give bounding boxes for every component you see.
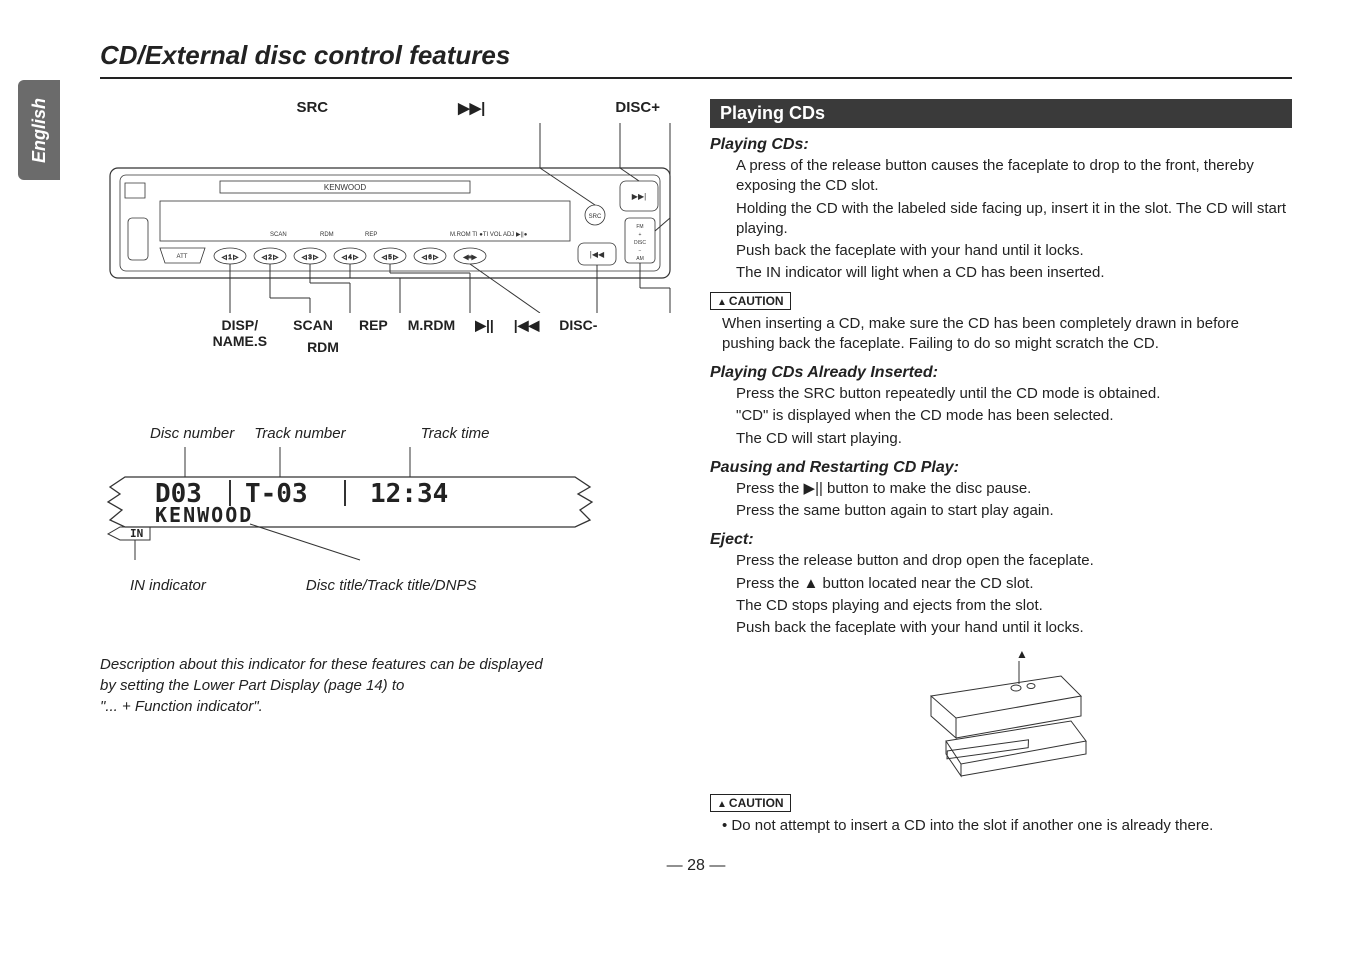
text-s3-p1a: Press the	[736, 480, 804, 497]
right-column: Playing CDs Playing CDs: A press of the …	[710, 99, 1292, 837]
text-s4-p2: Press the ▲ button located near the CD s…	[736, 574, 1292, 594]
content-area: CD/External disc control features SRC ▶▶…	[100, 40, 1292, 875]
left-description: Description about this indicator for the…	[100, 654, 680, 717]
caution-text-1: When inserting a CD, make sure the CD ha…	[722, 314, 1292, 355]
svg-text:AM: AM	[636, 256, 644, 262]
label-disc-plus: DISC+	[615, 99, 660, 117]
subhead-already-inserted: Playing CDs Already Inserted:	[710, 364, 1292, 382]
svg-text:◁ 6 ▷: ◁ 6 ▷	[422, 255, 438, 261]
svg-text:▶▶|: ▶▶|	[632, 192, 646, 201]
device-top-labels: SRC ▶▶| DISC+	[100, 99, 680, 117]
svg-text:◁ 5 ▷: ◁ 5 ▷	[382, 255, 398, 261]
eject-illustration: ▲	[710, 646, 1292, 786]
label-src: SRC	[296, 99, 328, 117]
display-bottom-labels: IN indicator Disc title/Track title/DNPS	[130, 577, 680, 594]
label-rep: REP	[359, 317, 388, 355]
text-s1-p3: Push back the faceplate with your hand u…	[736, 241, 1292, 261]
label-disc-number: Disc number	[150, 425, 234, 442]
caution-badge-2: CAUTION	[710, 794, 791, 812]
label-disc-title: Disc title/Track title/DNPS	[306, 577, 477, 594]
left-desc-line2: by setting the Lower Part Display (page …	[100, 675, 680, 696]
text-s4-p1: Press the release button and drop open t…	[736, 551, 1292, 571]
brand-text: KENWOOD	[324, 183, 366, 192]
label-disp-names: DISP/ NAME.S	[213, 317, 267, 355]
svg-text:−: −	[639, 248, 642, 254]
car-stereo-svg: KENWOOD SCAN RDM REP M.ROM TI ●TI VOL AD…	[100, 123, 680, 313]
display-detail-block: Disc number Track number Track time D03	[100, 425, 680, 594]
label-scan-rdm: SCAN RDM	[287, 317, 339, 355]
section-header-playing-cds: Playing CDs	[710, 99, 1292, 128]
svg-text:◀=▶: ◀=▶	[464, 255, 477, 261]
label-disc-minus: DISC-	[559, 317, 597, 355]
svg-text:+: +	[639, 232, 642, 238]
left-desc-line1: Description about this indicator for the…	[100, 654, 680, 675]
svg-text:M.ROM TI ●TI VOL ADJ ▶||●: M.ROM TI ●TI VOL ADJ ▶||●	[450, 232, 528, 238]
left-column: SRC ▶▶| DISC+ KENWOOD SCAN	[100, 99, 680, 837]
label-rdm: RDM	[307, 339, 339, 355]
svg-text:FM: FM	[636, 224, 643, 230]
text-s4-p2a: Press the	[736, 575, 804, 592]
label-disp: DISP/	[213, 317, 267, 333]
device-bottom-labels: DISP/ NAME.S SCAN RDM REP M.RDM ▶|| |◀◀ …	[100, 317, 680, 355]
text-s1-p4: The IN indicator will light when a CD ha…	[736, 263, 1292, 283]
subhead-eject: Eject:	[710, 531, 1292, 549]
svg-text:|◀◀: |◀◀	[590, 250, 605, 259]
svg-text:SRC: SRC	[589, 214, 602, 220]
svg-text:REP: REP	[365, 232, 377, 238]
text-s4-p4: Push back the faceplate with your hand u…	[736, 618, 1292, 638]
label-play-pause: ▶||	[475, 317, 494, 355]
page-title: CD/External disc control features	[100, 40, 1292, 79]
svg-text:T-03: T-03	[245, 479, 308, 509]
caution-badge-1: CAUTION	[710, 292, 791, 310]
play-pause-icon: ▶||	[804, 480, 823, 497]
svg-text:◁ 2 ▷: ◁ 2 ▷	[262, 255, 278, 261]
svg-text:◁ 3 ▷: ◁ 3 ▷	[302, 255, 318, 261]
label-track-number: Track number	[254, 425, 345, 442]
language-tab: English	[18, 80, 60, 180]
label-prev-track: |◀◀	[514, 317, 539, 355]
text-s1-p1: A press of the release button causes the…	[736, 156, 1292, 197]
label-names: NAME.S	[213, 333, 267, 349]
device-illustration: KENWOOD SCAN RDM REP M.ROM TI ●TI VOL AD…	[100, 123, 680, 313]
text-s2-p1: Press the SRC button repeatedly until th…	[736, 384, 1292, 404]
svg-text:ATT: ATT	[177, 254, 188, 260]
display-top-labels: Disc number Track number Track time	[130, 425, 680, 442]
svg-text:IN: IN	[130, 527, 143, 540]
eject-icon: ▲	[804, 575, 819, 592]
svg-text:▲: ▲	[1016, 647, 1028, 661]
svg-text:DISC: DISC	[634, 240, 646, 246]
text-s2-p2: "CD" is displayed when the CD mode has b…	[736, 406, 1292, 426]
label-track-time: Track time	[421, 425, 490, 442]
subhead-playing-cds: Playing CDs:	[710, 136, 1292, 154]
svg-text:SCAN: SCAN	[270, 232, 287, 238]
label-next-track: ▶▶|	[458, 99, 485, 117]
display-svg: D03 T-03 12:34 KENWOOD IN	[100, 442, 600, 562]
text-s4-p2b: button located near the CD slot.	[818, 575, 1033, 592]
caution-text-2: Do not attempt to insert a CD into the s…	[722, 816, 1292, 836]
page-number: — 28 —	[100, 857, 1292, 875]
text-s3-p2: Press the same button again to start pla…	[736, 501, 1292, 521]
text-s4-p3: The CD stops playing and ejects from the…	[736, 596, 1292, 616]
label-mrdm: M.RDM	[408, 317, 455, 355]
columns: SRC ▶▶| DISC+ KENWOOD SCAN	[100, 99, 1292, 837]
label-in-indicator: IN indicator	[130, 577, 206, 594]
language-tab-label: English	[29, 97, 50, 162]
text-s1-p2: Holding the CD with the labeled side fac…	[736, 199, 1292, 240]
left-desc-line3: "... + Function indicator".	[100, 696, 680, 717]
svg-text:12:34: 12:34	[370, 479, 448, 509]
text-s3-p1: Press the ▶|| button to make the disc pa…	[736, 479, 1292, 499]
page: English CD/External disc control feature…	[0, 0, 1352, 954]
label-scan: SCAN	[287, 317, 339, 333]
svg-text:KENWOOD: KENWOOD	[155, 503, 253, 527]
subhead-pausing: Pausing and Restarting CD Play:	[710, 459, 1292, 477]
svg-text:◁ 1 ▷: ◁ 1 ▷	[222, 255, 238, 261]
svg-text:◁ 4 ▷: ◁ 4 ▷	[342, 255, 358, 261]
text-s3-p1b: button to make the disc pause.	[823, 480, 1031, 497]
text-s2-p3: The CD will start playing.	[736, 429, 1292, 449]
svg-text:RDM: RDM	[320, 232, 334, 238]
